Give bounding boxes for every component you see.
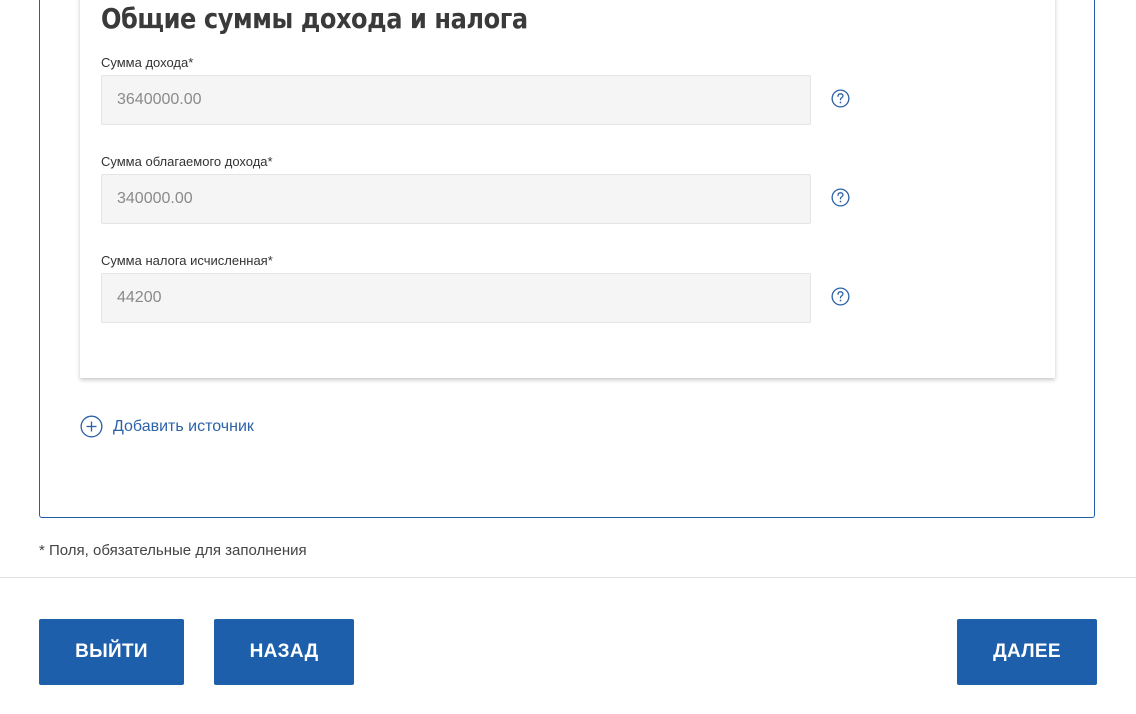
required-fields-note: * Поля, обязательные для заполнения <box>39 542 307 559</box>
section-title: Общие суммы дохода и налога <box>101 2 528 35</box>
next-button[interactable]: ДАЛЕЕ <box>957 619 1097 685</box>
income-amount-input[interactable] <box>101 75 811 125</box>
taxable-income-label: Сумма облагаемого дохода* <box>101 154 273 169</box>
calculated-tax-input[interactable] <box>101 273 811 323</box>
footer-divider <box>0 577 1136 578</box>
back-button[interactable]: НАЗАД <box>214 619 354 685</box>
calculated-tax-label: Сумма налога исчисленная* <box>101 253 273 268</box>
add-source-link[interactable]: Добавить источник <box>80 415 254 438</box>
income-amount-label: Сумма дохода* <box>101 55 194 70</box>
plus-circle-icon <box>80 415 103 438</box>
taxable-income-input[interactable] <box>101 174 811 224</box>
exit-button[interactable]: ВЫЙТИ <box>39 619 184 685</box>
help-icon[interactable] <box>831 287 850 306</box>
add-source-label: Добавить источник <box>113 417 254 435</box>
help-icon[interactable] <box>831 89 850 108</box>
help-icon[interactable] <box>831 188 850 207</box>
